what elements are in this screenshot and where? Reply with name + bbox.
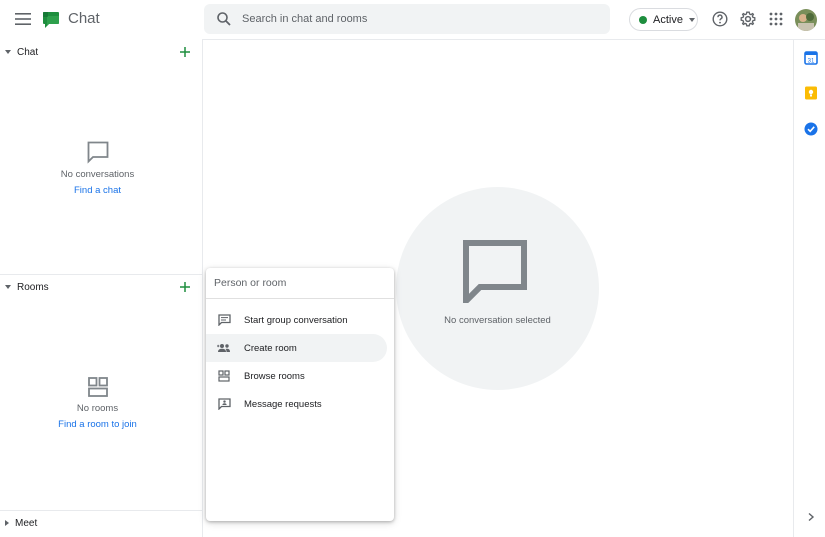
empty-conversation-illustration: No conversation selected [396,187,599,390]
rooms-grid-icon [87,377,108,397]
calendar-icon[interactable]: 31 [804,51,818,65]
grid-icon [218,370,230,382]
chat-empty-text: No conversations [60,169,135,180]
chat-empty-state: No conversations Find a chat [0,140,195,198]
new-chat-popup: Start group conversation Create room Bro… [206,268,394,521]
rooms-section-label: Rooms [17,281,49,293]
message-request-icon [217,398,231,410]
help-button[interactable] [711,10,729,28]
message-requests-item[interactable]: Message requests [206,390,387,418]
chat-section-header[interactable]: Chat [0,40,203,64]
find-chat-link[interactable]: Find a chat [74,185,121,196]
no-conversation-text: No conversation selected [444,315,551,326]
chat-bubble-icon [463,240,527,303]
collapse-arrow-icon [5,50,11,54]
chat-section-label: Chat [17,46,39,58]
menu-item-label: Start group conversation [244,314,348,326]
menu-item-label: Browse rooms [244,370,305,382]
chat-bubble-icon [87,141,108,164]
message-icon [217,314,231,326]
help-icon [712,11,728,27]
rooms-empty-text: No rooms [76,403,119,414]
person-or-room-input[interactable] [206,268,394,299]
expand-arrow-icon [5,520,9,526]
browse-rooms-item[interactable]: Browse rooms [206,362,387,390]
hamburger-icon [15,13,31,25]
tasks-icon[interactable] [804,122,818,136]
collapse-arrow-icon [5,285,11,289]
main-menu-button[interactable] [12,8,34,30]
meet-section-label: Meet [15,517,38,529]
apps-button[interactable] [767,10,785,28]
app-header: Chat Active [0,0,825,39]
status-dot [639,15,647,24]
apps-grid-icon [769,12,783,26]
chat-logo-icon [43,12,59,28]
add-chat-icon[interactable] [178,45,192,59]
search-input[interactable] [242,13,582,25]
sidebar: Chat No conversations Find a chat Rooms … [0,39,203,537]
search-icon[interactable] [216,11,232,27]
svg-text:31: 31 [808,59,815,65]
avatar-image [795,9,817,31]
status-label: Active [653,13,683,26]
settings-button[interactable] [739,10,757,28]
app-title: Chat [68,10,100,27]
rooms-empty-state: No rooms Find a room to join [0,376,195,432]
gear-icon [740,11,756,27]
menu-item-label: Create room [244,342,297,354]
people-icon [217,344,230,352]
status-dropdown[interactable]: Active [629,8,698,31]
chevron-right-icon[interactable] [806,512,816,522]
meet-section-header[interactable]: Meet [0,511,203,535]
account-avatar[interactable] [795,9,817,31]
search-bar[interactable] [204,4,610,34]
menu-item-label: Message requests [244,398,322,410]
keep-icon[interactable] [804,86,818,100]
create-room-item[interactable]: Create room [206,334,387,362]
find-room-link[interactable]: Find a room to join [58,419,137,430]
start-group-conversation-item[interactable]: Start group conversation [206,306,387,334]
chevron-down-icon [688,17,695,22]
add-room-icon[interactable] [178,280,192,294]
side-apps-rail: 31 [793,39,825,537]
rooms-section-header[interactable]: Rooms [0,275,203,299]
